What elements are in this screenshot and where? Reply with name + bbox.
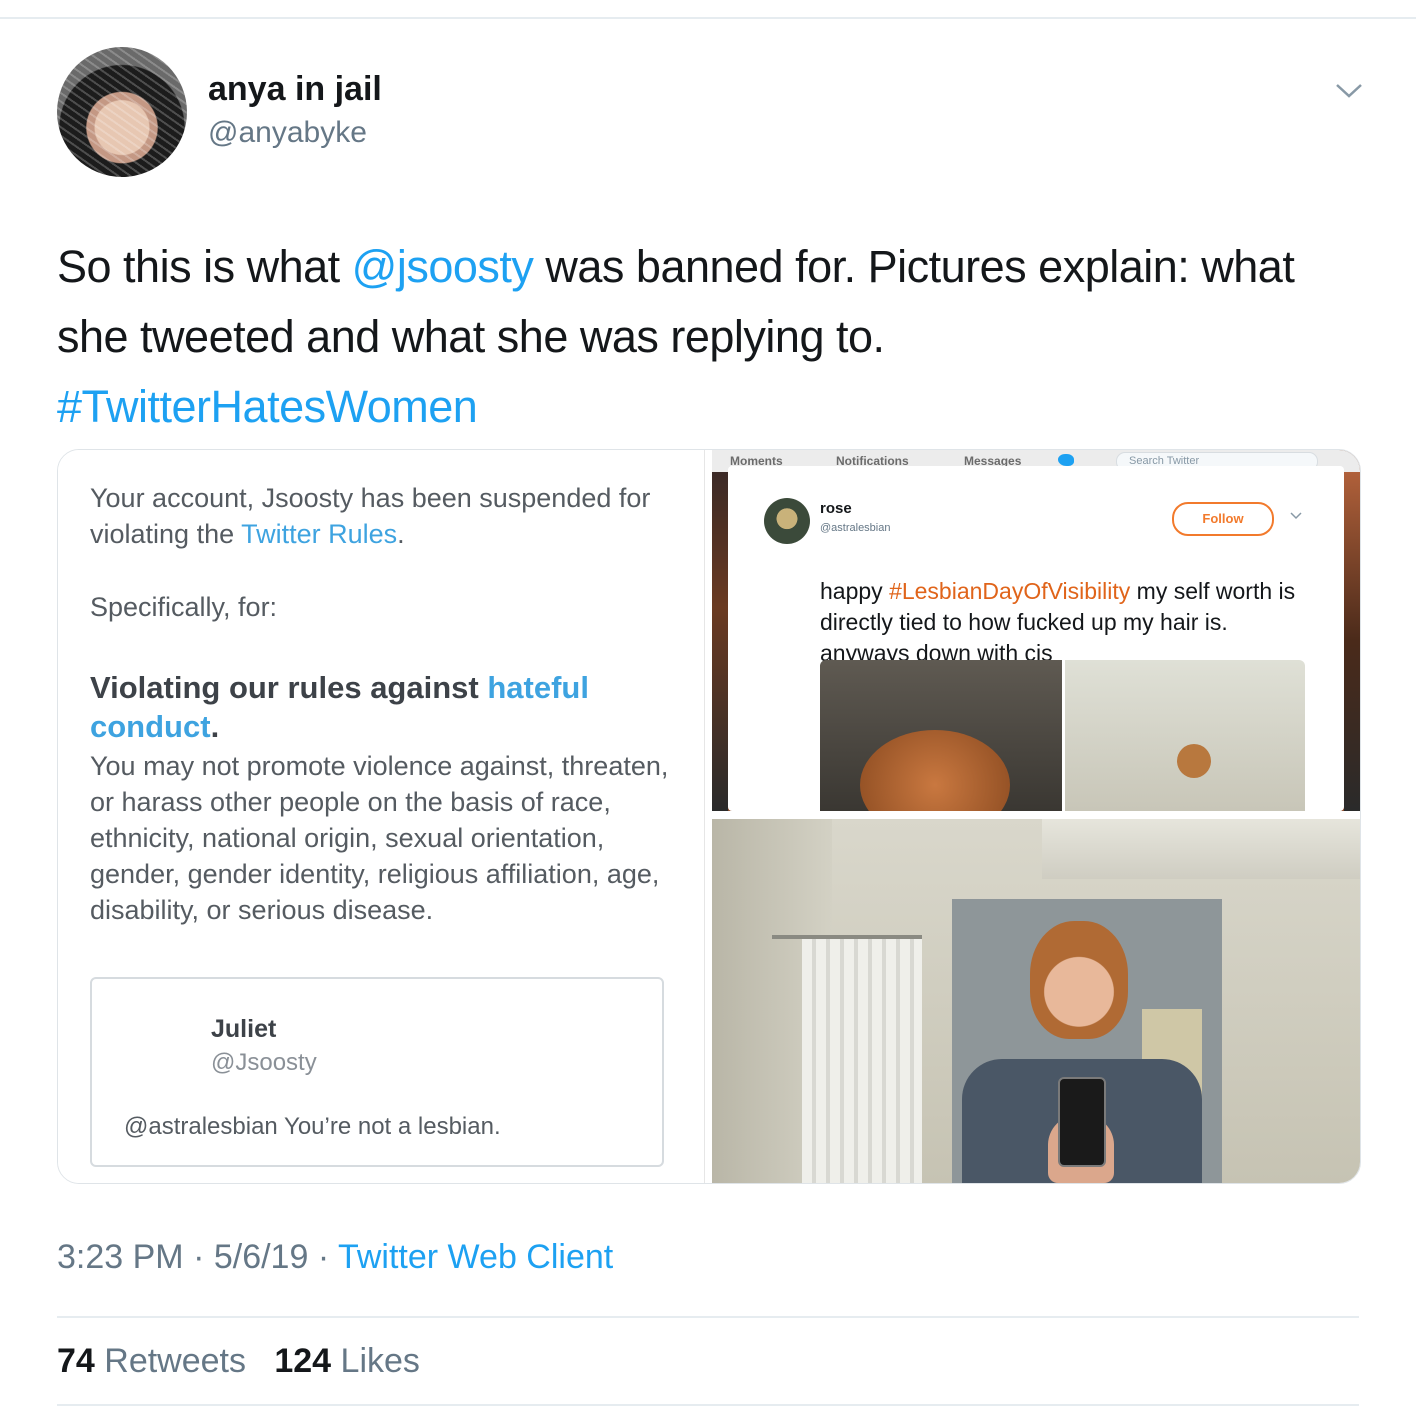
rose-handle: @astralesbian (820, 522, 891, 534)
selfie-phone (1058, 1077, 1106, 1167)
quoted-name: Juliet (211, 1015, 277, 1043)
tweet-time[interactable]: 3:23 PM (57, 1238, 184, 1276)
meta-separator: · (183, 1238, 214, 1276)
twitter-bird-icon (1058, 454, 1074, 466)
media-grid: Your account, Jsoosty has been suspended… (57, 449, 1361, 1184)
rose-text-a: happy (820, 578, 890, 604)
rose-follow-button: Follow (1172, 502, 1274, 536)
notice-heading-period: . (210, 709, 220, 744)
rose-name: rose (820, 500, 852, 517)
media-image-rose-tweet[interactable]: Moments Notifications Messages Search Tw… (712, 450, 1360, 811)
rose-photo-1 (820, 660, 1062, 811)
screenshot-background-right (1344, 472, 1360, 811)
media-image-mirror-selfie[interactable] (712, 819, 1360, 1183)
notice-specifically: Specifically, for: (90, 592, 278, 622)
notice-body: You may not promote violence against, th… (90, 751, 669, 925)
author-handle[interactable]: @anyabyke (208, 116, 367, 150)
likes-count: 124 (274, 1342, 332, 1380)
quoted-handle: @Jsoosty (211, 1049, 317, 1076)
notice-period: . (397, 519, 405, 549)
notice-heading-text: Violating our rules against (90, 670, 488, 705)
retweets-label: Retweets (94, 1342, 247, 1380)
rose-chevron-down-icon (1290, 512, 1302, 520)
selfie-ceiling (1042, 819, 1360, 879)
media-image-suspension-notice[interactable]: Your account, Jsoosty has been suspended… (58, 450, 705, 1183)
notice-message: Your account, Jsoosty has been suspended… (90, 480, 680, 552)
stats-divider-top (57, 1316, 1359, 1318)
tweet-stats: 74 Retweets 124 Likes (57, 1342, 420, 1381)
selfie-curtain (802, 939, 922, 1183)
hashtag-link[interactable]: #TwitterHatesWomen (57, 381, 478, 432)
likes-label: Likes (331, 1342, 420, 1380)
chevron-down-icon[interactable] (1334, 80, 1364, 100)
tweet-date[interactable]: 5/6/19 (214, 1238, 309, 1276)
retweets-stat[interactable]: 74 Retweets (57, 1342, 246, 1380)
tweet-meta: 3:23 PM · 5/6/19 · Twitter Web Client (57, 1238, 613, 1277)
rose-hashtag: #LesbianDayOfVisibility (889, 578, 1131, 604)
mention-link[interactable]: @jsoosty (352, 241, 534, 292)
top-divider (0, 17, 1416, 19)
twitter-rules-link: Twitter Rules (241, 519, 398, 549)
client-link[interactable]: Twitter Web Client (338, 1238, 613, 1276)
tweet-text: So this is what @jsoosty was banned for.… (57, 232, 1367, 442)
tweet-text-part1: So this is what (57, 241, 352, 292)
rose-tweet-text: happy #LesbianDayOfVisibility my self wo… (820, 576, 1300, 669)
meta-separator: · (308, 1238, 338, 1276)
quoted-tweet: Juliet @Jsoosty @astralesbian You’re not… (90, 977, 664, 1167)
author-display-name[interactable]: anya in jail (208, 70, 382, 109)
rose-avatar (764, 498, 810, 544)
author-avatar[interactable] (57, 47, 187, 177)
screenshot-background-left (712, 472, 728, 811)
screenshot-tweet-card: rose @astralesbian Follow happy #Lesbian… (728, 466, 1344, 811)
quoted-text: @astralesbian You’re not a lesbian. (124, 1113, 501, 1140)
retweets-count: 74 (57, 1342, 95, 1380)
selfie-head (1030, 921, 1128, 1039)
likes-stat[interactable]: 124 Likes (274, 1342, 420, 1380)
notice-heading: Violating our rules against hateful cond… (90, 668, 650, 746)
rose-photo-2 (1065, 660, 1305, 811)
stats-divider-bottom (57, 1404, 1359, 1406)
